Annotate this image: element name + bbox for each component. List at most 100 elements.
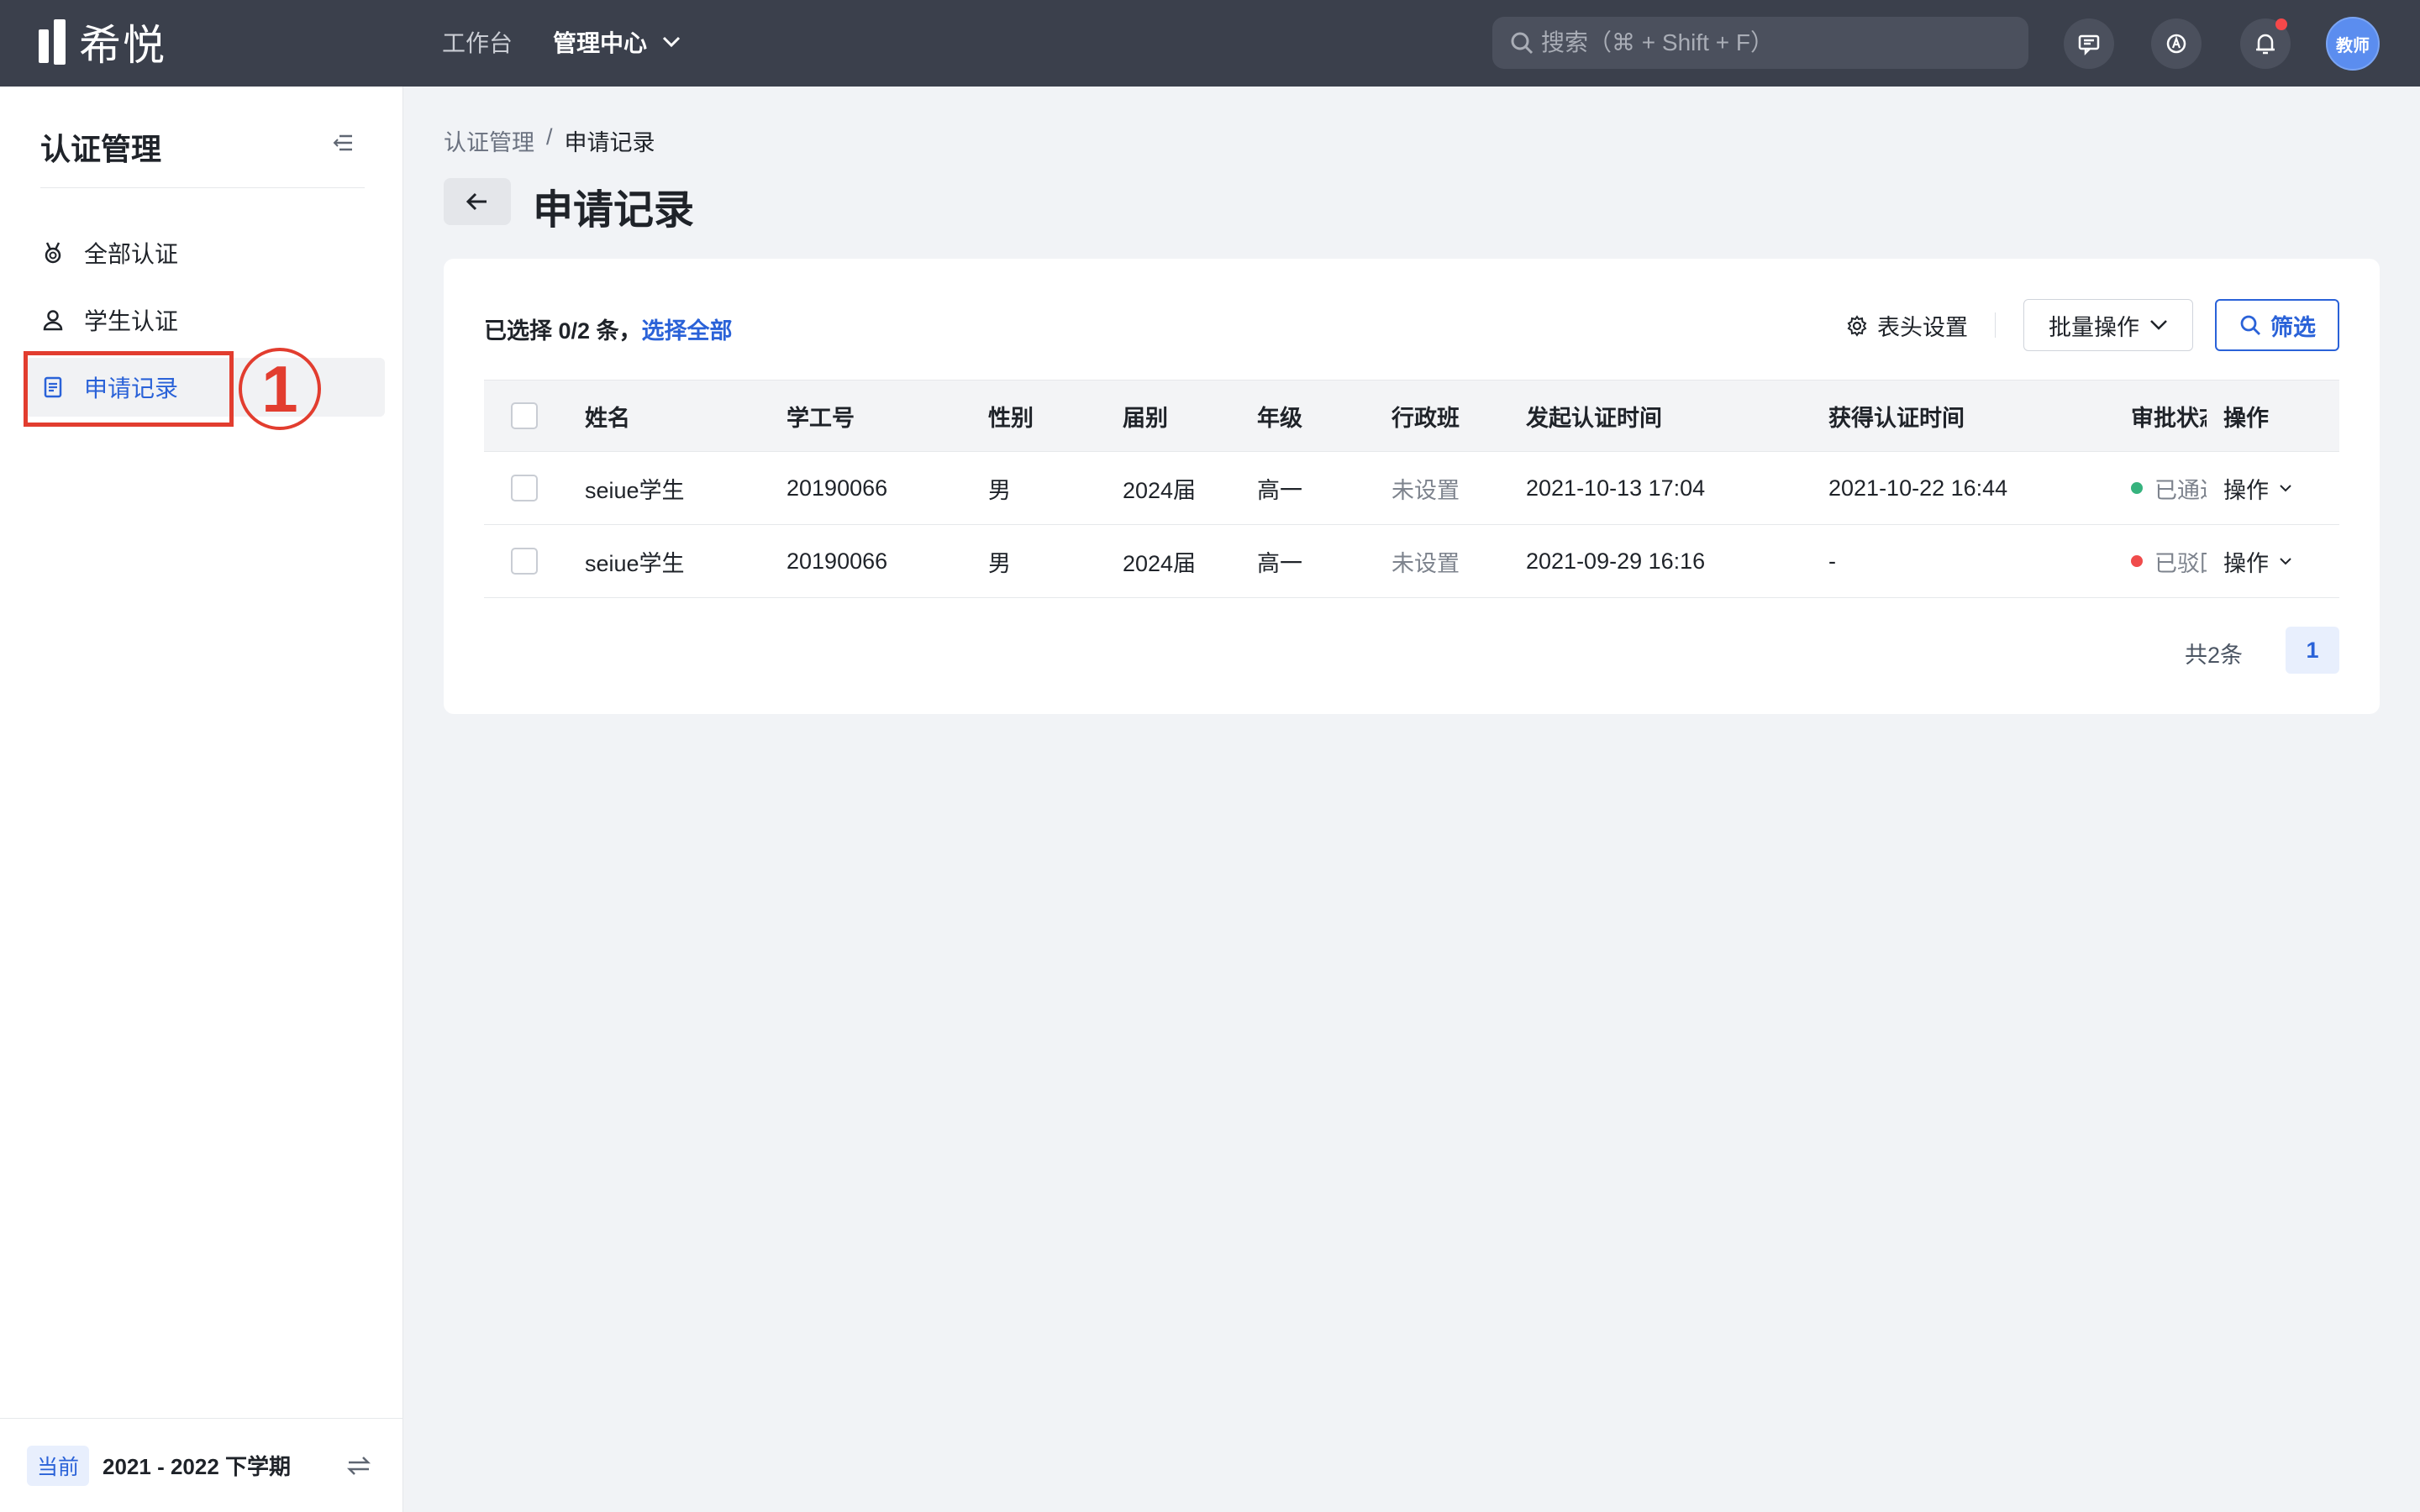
batch-operations-label: 批量操作: [2049, 314, 2139, 340]
collapse-sidebar-button[interactable]: [331, 132, 355, 158]
message-button[interactable]: [2064, 18, 2114, 69]
nav-admin-center[interactable]: 管理中心: [553, 25, 681, 59]
pagination-total: 共2条: [2185, 643, 2244, 668]
cell-name: seiue学生: [585, 477, 685, 503]
cell-start-time: 2021-10-13 17:04: [1526, 475, 1706, 501]
header-gender[interactable]: 性别: [988, 381, 1034, 451]
status-approved-dot: [2131, 482, 2143, 494]
cell-class: 未设置: [1392, 550, 1460, 576]
cell-grade: 高一: [1257, 550, 1302, 576]
sidebar-item-label: 学生认证: [84, 308, 179, 334]
toolbar-divider: [1995, 312, 1996, 338]
filter-button[interactable]: 筛选: [2215, 299, 2339, 351]
status-rejected-dot: [2131, 555, 2143, 567]
header-start-time[interactable]: 发起认证时间: [1526, 381, 1662, 451]
gear-icon: [1847, 314, 1867, 337]
nav-workbench[interactable]: 工作台: [442, 25, 513, 59]
cell-start-time: 2021-09-29 16:16: [1526, 548, 1706, 574]
filter-label: 筛选: [2270, 314, 2316, 340]
search-icon: [2240, 315, 2260, 335]
collapse-menu-icon: [333, 134, 352, 151]
row-actions-label: 操作: [2223, 477, 2269, 503]
term-switch-button[interactable]: [346, 1456, 371, 1480]
user-icon: [43, 310, 63, 331]
records-table: 姓名 学工号 性别 届别 年级 行政班 发起认证时间 获得认证时间 审批状态 操…: [484, 380, 2339, 598]
breadcrumb-current: 申请记录: [564, 130, 655, 155]
chevron-down-icon: [2280, 558, 2291, 565]
term-current-badge: 当前: [27, 1445, 90, 1486]
sidebar-title: 认证管理: [40, 132, 162, 166]
arrow-left-icon: [466, 192, 487, 211]
annotation-step-number: 1: [239, 348, 321, 430]
bell-icon: [2256, 34, 2275, 55]
global-search[interactable]: [1492, 17, 2028, 69]
logo-text: 希悦: [79, 22, 166, 69]
select-all-link[interactable]: 选择全部: [642, 318, 733, 344]
cell-gender: 男: [988, 550, 1011, 576]
compass-icon: [2166, 34, 2186, 54]
sidebar: 认证管理 全部认证 学生认证 申请记录 当前 2021 - 2022 下学期: [0, 87, 403, 1512]
term-label: 2021 - 2022 下学期: [103, 1454, 292, 1479]
chevron-down-icon: [662, 36, 681, 48]
row-actions-dropdown[interactable]: 操作: [2223, 525, 2292, 597]
cell-obtained-time: 2021-10-22 16:44: [1828, 475, 2008, 501]
logo-mark-icon: [39, 19, 69, 65]
cell-grade: 高一: [1257, 477, 1302, 503]
nav-admin-center-label: 管理中心: [553, 30, 648, 56]
header-name[interactable]: 姓名: [585, 381, 630, 451]
top-bar: 希悦 工作台 管理中心 教师: [0, 0, 2420, 87]
breadcrumb-parent[interactable]: 认证管理: [444, 124, 534, 157]
table-row[interactable]: seiue学生 20190066 男 2024届 高一 未设置 2021-09-…: [484, 525, 2339, 598]
header-class[interactable]: 行政班: [1392, 381, 1460, 451]
table-row[interactable]: seiue学生 20190066 男 2024届 高一 未设置 2021-10-…: [484, 452, 2339, 525]
search-icon: [1511, 32, 1534, 55]
sidebar-divider: [40, 187, 365, 188]
cell-student-id: 20190066: [786, 548, 888, 574]
page-title: 申请记录: [533, 188, 695, 233]
header-grade[interactable]: 年级: [1257, 381, 1302, 451]
select-all-checkbox[interactable]: [511, 402, 538, 429]
header-obtained-time[interactable]: 获得认证时间: [1828, 381, 1965, 451]
row-checkbox[interactable]: [511, 548, 538, 575]
column-settings-label: 表头设置: [1877, 315, 1968, 340]
sidebar-item-all-certifications[interactable]: 全部认证: [25, 223, 385, 282]
chevron-down-icon: [2150, 320, 2167, 330]
annotation-highlight-box: [24, 351, 234, 427]
cell-approval-status: 已通过: [2131, 452, 2207, 524]
cell-obtained-time: -: [1828, 548, 1836, 574]
sidebar-item-label: 全部认证: [84, 241, 179, 267]
row-actions-dropdown[interactable]: 操作: [2223, 452, 2292, 524]
chevron-down-icon: [2280, 485, 2291, 492]
header-actions: 操作: [2223, 405, 2269, 431]
cell-approval-status: 已驳回: [2131, 525, 2207, 597]
column-settings-button[interactable]: 表头设置: [1845, 309, 1968, 342]
header-approval-status[interactable]: 审批状态: [2131, 381, 2207, 451]
cell-student-id: 20190066: [786, 475, 888, 501]
header-cohort[interactable]: 届别: [1123, 381, 1168, 451]
breadcrumb-separator: /: [546, 124, 553, 150]
selection-count: 已选择 0/2 条，: [484, 318, 642, 344]
row-checkbox[interactable]: [511, 475, 538, 501]
search-input[interactable]: [1541, 29, 2012, 56]
back-button[interactable]: [444, 178, 511, 225]
medal-icon: [45, 242, 61, 264]
notification-button[interactable]: [2240, 18, 2291, 69]
row-actions-label: 操作: [2223, 550, 2269, 576]
cell-cohort: 2024届: [1123, 550, 1197, 576]
app-button[interactable]: [2151, 18, 2202, 69]
pagination-page-button[interactable]: 1: [2286, 627, 2339, 674]
swap-icon: [346, 1457, 371, 1475]
cell-gender: 男: [988, 477, 1011, 503]
status-label: 已通过: [2154, 477, 2207, 503]
avatar[interactable]: 教师: [2326, 17, 2380, 71]
cell-cohort: 2024届: [1123, 477, 1197, 503]
table-header: 姓名 学工号 性别 届别 年级 行政班 发起认证时间 获得认证时间 审批状态 操…: [484, 380, 2339, 452]
header-student-id[interactable]: 学工号: [786, 381, 855, 451]
logo[interactable]: 希悦: [39, 18, 166, 69]
cell-name: seiue学生: [585, 550, 685, 576]
batch-operations-dropdown[interactable]: 批量操作: [2023, 299, 2193, 351]
sidebar-item-student-certification[interactable]: 学生认证: [25, 291, 385, 349]
selection-info: 已选择 0/2 条，选择全部: [484, 312, 733, 345]
message-icon: [2078, 34, 2100, 55]
term-selector: 当前 2021 - 2022 下学期: [0, 1418, 403, 1512]
